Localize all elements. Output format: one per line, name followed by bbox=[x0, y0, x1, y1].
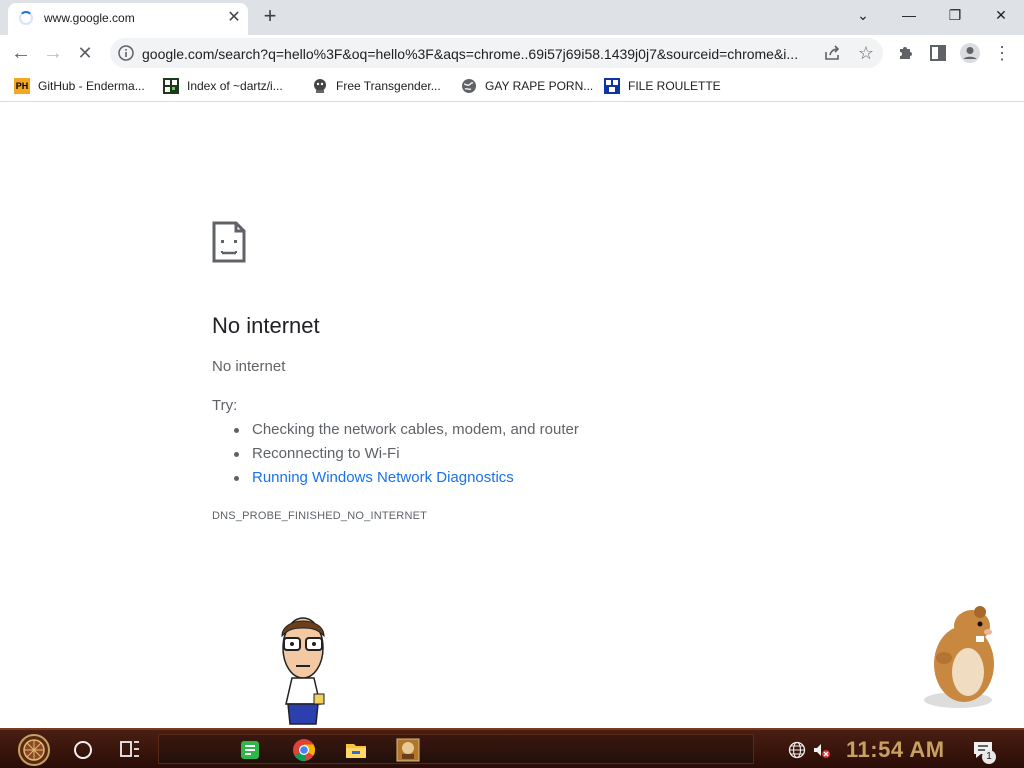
tab-search-button[interactable]: ⌄ bbox=[840, 0, 886, 32]
game-app-icon[interactable] bbox=[396, 738, 420, 762]
active-tab[interactable]: www.google.com ✕ bbox=[8, 3, 248, 35]
bullet-icon bbox=[234, 428, 239, 433]
tab-close-icon[interactable]: ✕ bbox=[224, 8, 244, 28]
address-bar[interactable]: google.com/search?q=hello%3F&oq=hello%3F… bbox=[110, 38, 883, 68]
grid-favicon-icon bbox=[604, 78, 620, 94]
error-title: No internet bbox=[212, 313, 320, 338]
system-clock[interactable]: 11:54 AM bbox=[846, 737, 945, 763]
sad-document-icon bbox=[212, 221, 246, 263]
search-icon[interactable] bbox=[74, 741, 92, 759]
qr-favicon-icon bbox=[163, 78, 179, 94]
network-diagnostics-link[interactable]: Running Windows Network Diagnostics bbox=[252, 469, 514, 486]
bullet-icon bbox=[234, 476, 239, 481]
bookmark-label: Free Transgender... bbox=[336, 79, 441, 93]
bookmark-globe-site[interactable]: GAY RAPE PORN... bbox=[461, 76, 601, 96]
ph-favicon-icon: PH bbox=[14, 78, 30, 94]
cartoon-man-mascot[interactable] bbox=[270, 612, 336, 730]
loading-spinner-icon bbox=[19, 11, 33, 25]
file-explorer-icon[interactable] bbox=[344, 738, 368, 762]
bookmark-file-roulette[interactable]: FILE ROULETTE bbox=[604, 76, 734, 96]
bookmark-star-icon[interactable]: ☆ bbox=[854, 41, 878, 65]
notification-count-badge: 1 bbox=[982, 750, 996, 764]
bookmark-label: GitHub - Enderma... bbox=[38, 79, 145, 93]
taskbar: 11:54 AM 1 bbox=[0, 728, 1024, 768]
info-icon[interactable] bbox=[118, 45, 134, 61]
chrome-icon[interactable] bbox=[292, 738, 316, 762]
profile-avatar-icon[interactable] bbox=[958, 41, 982, 65]
minimize-button[interactable]: — bbox=[886, 0, 932, 32]
suggestion-item: Checking the network cables, modem, and … bbox=[252, 421, 579, 438]
bookmark-free-transgender[interactable]: Free Transgender... bbox=[312, 76, 452, 96]
bookmark-index-dartz[interactable]: Index of ~dartz/i... bbox=[163, 76, 303, 96]
bullet-icon bbox=[234, 452, 239, 457]
try-label: Try: bbox=[212, 397, 238, 414]
close-window-button[interactable]: ✕ bbox=[978, 0, 1024, 32]
browser-menu-button[interactable]: ⋮ bbox=[990, 41, 1014, 65]
network-globe-icon[interactable] bbox=[788, 741, 806, 759]
extensions-puzzle-icon[interactable] bbox=[894, 41, 918, 65]
back-button[interactable]: ← bbox=[6, 38, 36, 68]
notes-app-icon[interactable] bbox=[238, 738, 262, 762]
url-text[interactable]: google.com/search?q=hello%3F&oq=hello%3F… bbox=[142, 46, 802, 62]
character-favicon-icon bbox=[314, 79, 326, 93]
dancing-hamster-mascot[interactable] bbox=[918, 602, 1008, 710]
bookmark-label: GAY RAPE PORN... bbox=[485, 79, 594, 93]
bookmarks-bar: PH GitHub - Enderma... Index of ~dartz/i… bbox=[0, 71, 1024, 102]
browser-toolbar: ← → ✕ google.com/search?q=hello%3F&oq=he… bbox=[0, 35, 1024, 71]
bookmark-label: Index of ~dartz/i... bbox=[187, 79, 283, 93]
globe-favicon-icon bbox=[462, 79, 476, 93]
side-panel-icon[interactable] bbox=[926, 41, 950, 65]
error-subtitle: No internet bbox=[212, 358, 286, 375]
bookmark-label: FILE ROULETTE bbox=[628, 79, 721, 93]
share-icon[interactable] bbox=[822, 43, 842, 63]
volume-muted-icon[interactable] bbox=[812, 741, 830, 759]
new-tab-button[interactable]: + bbox=[258, 5, 282, 29]
bookmark-github[interactable]: PH GitHub - Enderma... bbox=[14, 76, 154, 96]
tab-title: www.google.com bbox=[44, 11, 135, 25]
stop-loading-button[interactable]: ✕ bbox=[70, 38, 100, 68]
suggestion-item: Reconnecting to Wi-Fi bbox=[252, 445, 400, 462]
start-button-icon[interactable] bbox=[12, 733, 56, 767]
tab-strip: www.google.com ✕ + ⌄ — ❐ ✕ bbox=[0, 0, 1024, 35]
error-code: DNS_PROBE_FINISHED_NO_INTERNET bbox=[212, 510, 428, 522]
restore-button[interactable]: ❐ bbox=[932, 0, 978, 32]
task-view-icon[interactable] bbox=[120, 740, 140, 758]
forward-button[interactable]: → bbox=[38, 38, 68, 68]
